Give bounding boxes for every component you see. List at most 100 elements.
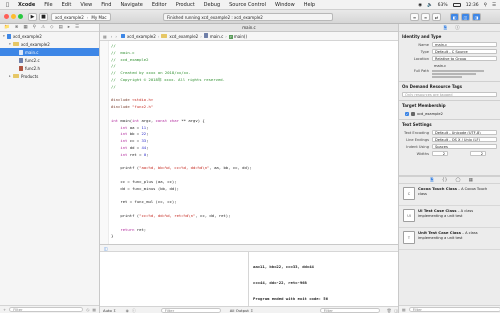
variables-view[interactable]: [100, 252, 249, 306]
breadcrumb-project[interactable]: xcd_example2: [121, 33, 156, 39]
volume-icon[interactable]: 🔈: [427, 3, 433, 8]
battery-percent[interactable]: 63%: [438, 3, 448, 8]
menu-window[interactable]: Window: [275, 2, 295, 8]
menu-source-control[interactable]: Source Control: [229, 2, 266, 8]
file-template-icon[interactable]: 🗎: [430, 176, 434, 184]
code-line: //: [111, 43, 252, 50]
scheme-selector[interactable]: xcd_example2 › My Mac: [51, 13, 111, 21]
assistant-editor-button[interactable]: ∞: [421, 13, 430, 21]
version-editor-button[interactable]: ⇄: [432, 13, 441, 21]
type-select[interactable]: Default - C Source: [432, 48, 497, 55]
recent-files-icon[interactable]: ◷: [86, 307, 89, 312]
zoom-window-button[interactable]: [18, 14, 23, 19]
name-field[interactable]: main.c: [432, 41, 497, 48]
standard-editor-button[interactable]: ≡: [410, 13, 419, 21]
source-control-icon[interactable]: ⊗: [15, 25, 19, 30]
menu-app[interactable]: Xcode: [18, 2, 35, 8]
tags-field[interactable]: Only resources are tagged: [402, 91, 497, 98]
menu-view[interactable]: View: [80, 2, 92, 8]
console-output[interactable]: aa=11, bb=22, cc=33, dd=44 cc=44, dd=-22…: [253, 254, 328, 311]
code-token: int: [111, 124, 130, 130]
library-template-item[interactable]: C Cocoa Touch Class – A Cocoa Touch class: [399, 184, 500, 206]
back-arrow-icon[interactable]: ‹: [111, 34, 113, 39]
quick-help-icon[interactable]: ⓘ: [455, 25, 460, 31]
encoding-select[interactable]: Default - Unicode (UTF-8): [432, 129, 497, 136]
tree-item[interactable]: main.c: [0, 48, 99, 56]
object-library-icon[interactable]: ◯: [456, 178, 461, 183]
folder-icon[interactable]: 📁: [4, 25, 10, 30]
console-filter-input[interactable]: Filter: [319, 307, 380, 313]
search-icon[interactable]: ⚲: [33, 25, 36, 30]
library-filter-input[interactable]: Filter: [408, 306, 500, 313]
spotlight-icon[interactable]: ⚲: [484, 3, 487, 8]
navigator-filter-input[interactable]: Filter: [9, 306, 84, 313]
tree-item[interactable]: ▾ xcd_example2: [0, 40, 99, 48]
breadcrumb-group[interactable]: xcd_example2: [161, 33, 198, 39]
trash-icon[interactable]: 🗑: [387, 308, 392, 313]
tab-width-field[interactable]: 2: [432, 150, 448, 157]
output-scope-select[interactable]: All Output ⇳: [230, 308, 257, 313]
tab-main-c[interactable]: main.c: [242, 25, 255, 30]
clock[interactable]: 12:36: [466, 3, 479, 8]
variables-filter-input[interactable]: Filter: [160, 307, 221, 313]
menu-editor[interactable]: Editor: [152, 2, 167, 8]
eye-icon[interactable]: ◉: [126, 308, 129, 313]
code-snippet-icon[interactable]: {}: [442, 178, 448, 183]
breadcrumb-file-label: main.c: [209, 34, 224, 39]
breadcrumb-file[interactable]: main.c: [203, 33, 224, 39]
forward-arrow-icon[interactable]: ›: [115, 34, 117, 39]
symbol-icon[interactable]: ▦: [23, 25, 27, 30]
project-navigator: 📁 ⊗ ▦ ⚲ ⚠ ◇ ▤ ▸ ☰ ▾ xcd_example2 ▾ xcd_exam…: [0, 24, 100, 313]
menu-find[interactable]: Find: [101, 2, 111, 8]
file-inspector-icon[interactable]: 🗎: [443, 24, 447, 32]
toggle-inspector-button[interactable]: ◨: [472, 13, 481, 21]
tree-item-label: Products: [21, 73, 39, 79]
menu-help[interactable]: Help: [304, 2, 315, 8]
location-file: main.c: [434, 63, 447, 68]
indent-using-select[interactable]: Spaces: [432, 143, 497, 150]
scheme-chevron-icon: ›: [86, 14, 89, 20]
code-text[interactable]: //// main.c// xcd_example2//// Created b…: [111, 43, 252, 240]
library-template-item[interactable]: UI UI Test Case Class – A class implement…: [399, 206, 500, 228]
tree-item[interactable]: func2.c: [0, 56, 99, 64]
variables-scope-select[interactable]: Auto ⇳: [103, 308, 123, 313]
apple-menu-icon[interactable]: : [6, 2, 9, 8]
library-template-item[interactable]: T Unit Test Case Class – A class implemen…: [399, 228, 500, 250]
close-window-button[interactable]: [4, 14, 9, 19]
media-library-icon[interactable]: ▦: [469, 178, 473, 183]
stop-button[interactable]: ■: [39, 13, 48, 21]
tree-item[interactable]: func2.h: [0, 64, 99, 72]
location-select[interactable]: Relative to Group: [432, 55, 497, 62]
menu-navigate[interactable]: Navigate: [120, 2, 142, 8]
debug-icon[interactable]: ▤: [58, 25, 62, 30]
toggle-debug-area-button[interactable]: ◫: [461, 13, 470, 21]
line-endings-select[interactable]: Default - OS X / Unix (LF): [432, 136, 497, 143]
run-button[interactable]: ▶: [28, 13, 37, 21]
breakpoint-icon[interactable]: ▸: [68, 25, 70, 30]
add-icon[interactable]: +: [3, 307, 6, 312]
target-checkbox[interactable]: ✓: [405, 111, 409, 116]
report-icon[interactable]: ☰: [75, 25, 79, 30]
menu-edit[interactable]: Edit: [62, 2, 72, 8]
info-icon[interactable]: ⓘ: [132, 308, 136, 313]
test-icon[interactable]: ◇: [50, 25, 53, 30]
grid-view-icon[interactable]: ▦: [402, 307, 406, 312]
code-token: dd =: [129, 144, 142, 150]
scm-filter-icon[interactable]: ▦: [92, 307, 96, 312]
hide-debug-area-icon[interactable]: ◫: [104, 246, 108, 251]
warning-icon[interactable]: ⚠: [41, 25, 45, 30]
related-items-icon[interactable]: ▦: [103, 34, 107, 39]
tree-item[interactable]: ▸ Products: [0, 72, 99, 80]
minimize-window-button[interactable]: [11, 14, 16, 19]
indent-width-field[interactable]: 2: [470, 150, 486, 157]
breadcrumb-symbol[interactable]: f main(): [228, 34, 247, 39]
wifi-icon[interactable]: ◉: [418, 3, 422, 8]
code-token: ;: [146, 124, 149, 130]
menu-file[interactable]: File: [44, 2, 52, 8]
menu-product[interactable]: Product: [176, 2, 195, 8]
battery-icon[interactable]: [452, 3, 461, 7]
notification-center-icon[interactable]: ☰: [492, 3, 496, 8]
tree-item[interactable]: ▾ xcd_example2: [0, 32, 99, 40]
menu-debug[interactable]: Debug: [204, 2, 220, 8]
toggle-navigator-button[interactable]: ◧: [450, 13, 459, 21]
